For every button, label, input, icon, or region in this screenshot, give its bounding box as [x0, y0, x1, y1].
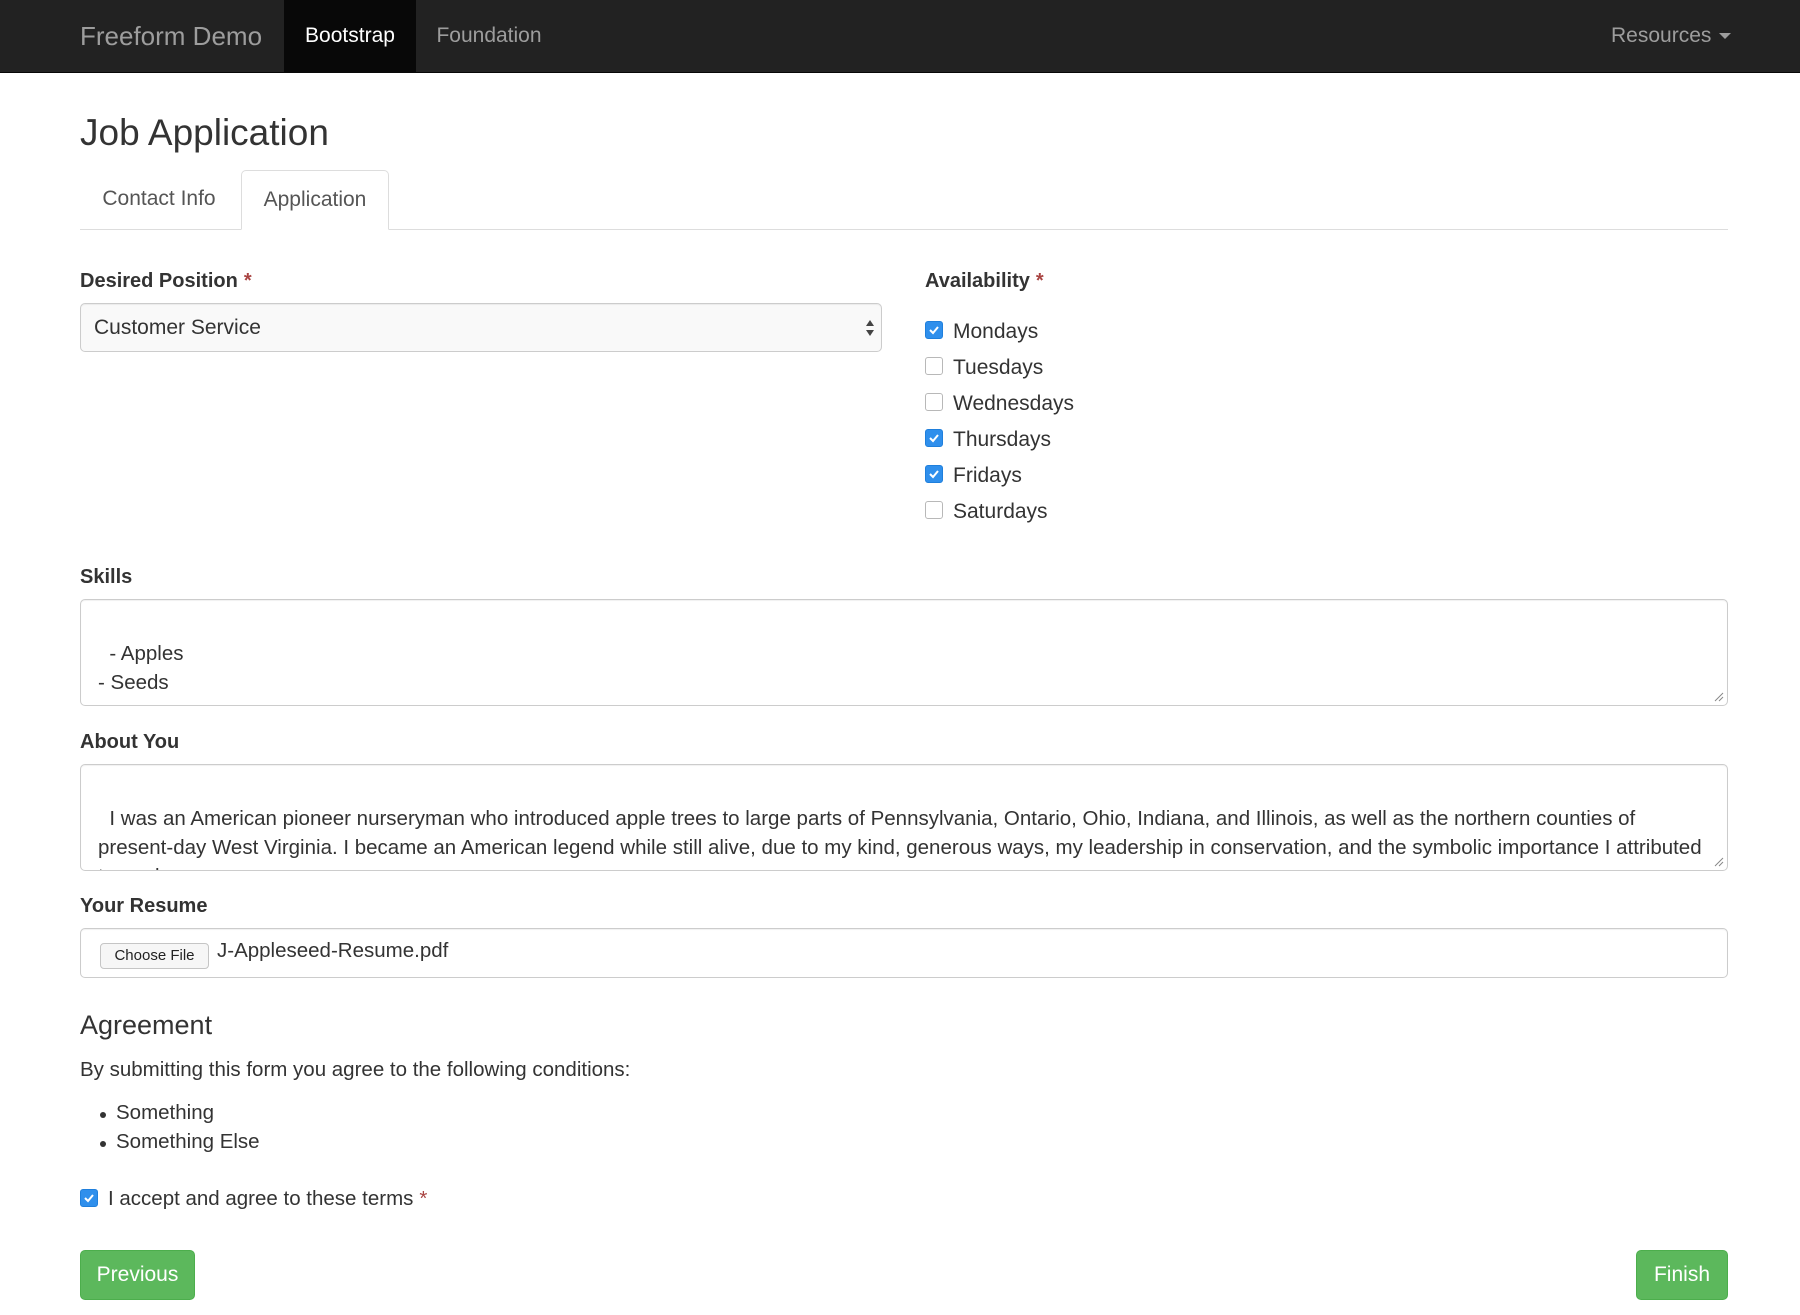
desired-position-value: Customer Service [94, 316, 261, 339]
checkbox-checked[interactable] [925, 321, 943, 340]
resume-label: Your Resume [80, 895, 208, 917]
resize-grip-icon[interactable] [1714, 857, 1724, 867]
checkbox-checked[interactable] [80, 1188, 98, 1207]
availability-option-mondays[interactable]: Mondays [925, 319, 1038, 345]
about-you-textarea[interactable]: I was an American pioneer nurseryman who… [80, 764, 1728, 871]
availability-option-tuesdays[interactable]: Tuesdays [925, 355, 1043, 381]
previous-button[interactable]: Previous [80, 1250, 195, 1300]
checkbox-checked[interactable] [925, 429, 943, 448]
nav-item-bootstrap[interactable]: Bootstrap [284, 0, 416, 72]
about-you-label: About You [80, 731, 180, 753]
agreement-title: Agreement [80, 1010, 213, 1040]
choose-file-button[interactable]: Choose File [100, 943, 209, 969]
availability-option-label: Thursdays [953, 428, 1052, 451]
checkbox-unchecked[interactable] [925, 393, 943, 412]
agreement-text: By submitting this form you agree to the… [80, 1058, 631, 1081]
resume-file-input[interactable]: Choose File J-Appleseed-Resume.pdf [80, 928, 1728, 978]
required-marker: * [243, 270, 252, 292]
desired-position-label: Desired Position * [80, 270, 252, 293]
condition-item: Something Else [100, 1130, 260, 1153]
nav-item-foundation[interactable]: Foundation [416, 0, 562, 72]
required-marker: * [1035, 270, 1044, 292]
availability-option-label: Fridays [953, 464, 1022, 487]
about-you-value: I was an American pioneer nurseryman who… [98, 807, 1702, 870]
skills-label: Skills [80, 566, 133, 588]
accept-terms-label: I accept and agree to these terms [108, 1187, 414, 1210]
checkbox-checked[interactable] [925, 465, 943, 484]
availability-label: Availability * [925, 270, 1044, 293]
caret-down-icon [1719, 33, 1732, 40]
condition-item: Something [99, 1101, 215, 1124]
availability-option-label: Wednesdays [953, 392, 1075, 415]
select-arrows-icon [866, 320, 874, 336]
desired-position-select[interactable]: Customer Service [80, 303, 882, 352]
availability-option-label: Saturdays [953, 500, 1048, 523]
required-marker: * [419, 1187, 428, 1210]
availability-option-wednesdays[interactable]: Wednesdays [925, 391, 1074, 417]
checkbox-unchecked[interactable] [925, 357, 943, 376]
finish-button[interactable]: Finish [1636, 1250, 1728, 1300]
tab-contact-info[interactable]: Contact Info [80, 170, 238, 230]
skills-value: - Apples - Seeds [98, 642, 184, 694]
desired-position-label-text: Desired Position [80, 270, 238, 292]
page-title: Job Application [80, 112, 329, 153]
availability-option-fridays[interactable]: Fridays [925, 463, 1022, 489]
selected-file-name: J-Appleseed-Resume.pdf [217, 939, 449, 962]
resources-dropdown[interactable]: Resources [1590, 0, 1740, 72]
availability-option-saturdays[interactable]: Saturdays [925, 499, 1048, 525]
resize-grip-icon[interactable] [1714, 692, 1724, 702]
availability-label-text: Availability [925, 270, 1030, 292]
availability-option-thursdays[interactable]: Thursdays [925, 427, 1051, 453]
tab-application[interactable]: Application [241, 170, 389, 230]
availability-option-label: Mondays [953, 320, 1039, 343]
resources-label: Resources [1611, 24, 1712, 47]
skills-textarea[interactable]: - Apples - Seeds [80, 599, 1728, 706]
availability-option-label: Tuesdays [953, 356, 1044, 379]
accept-terms-checkbox[interactable]: I accept and agree to these terms * [80, 1186, 427, 1212]
brand-link[interactable]: Freeform Demo [80, 0, 262, 72]
checkbox-unchecked[interactable] [925, 501, 943, 520]
top-navbar: Freeform Demo Bootstrap Foundation Resou… [0, 0, 1800, 73]
